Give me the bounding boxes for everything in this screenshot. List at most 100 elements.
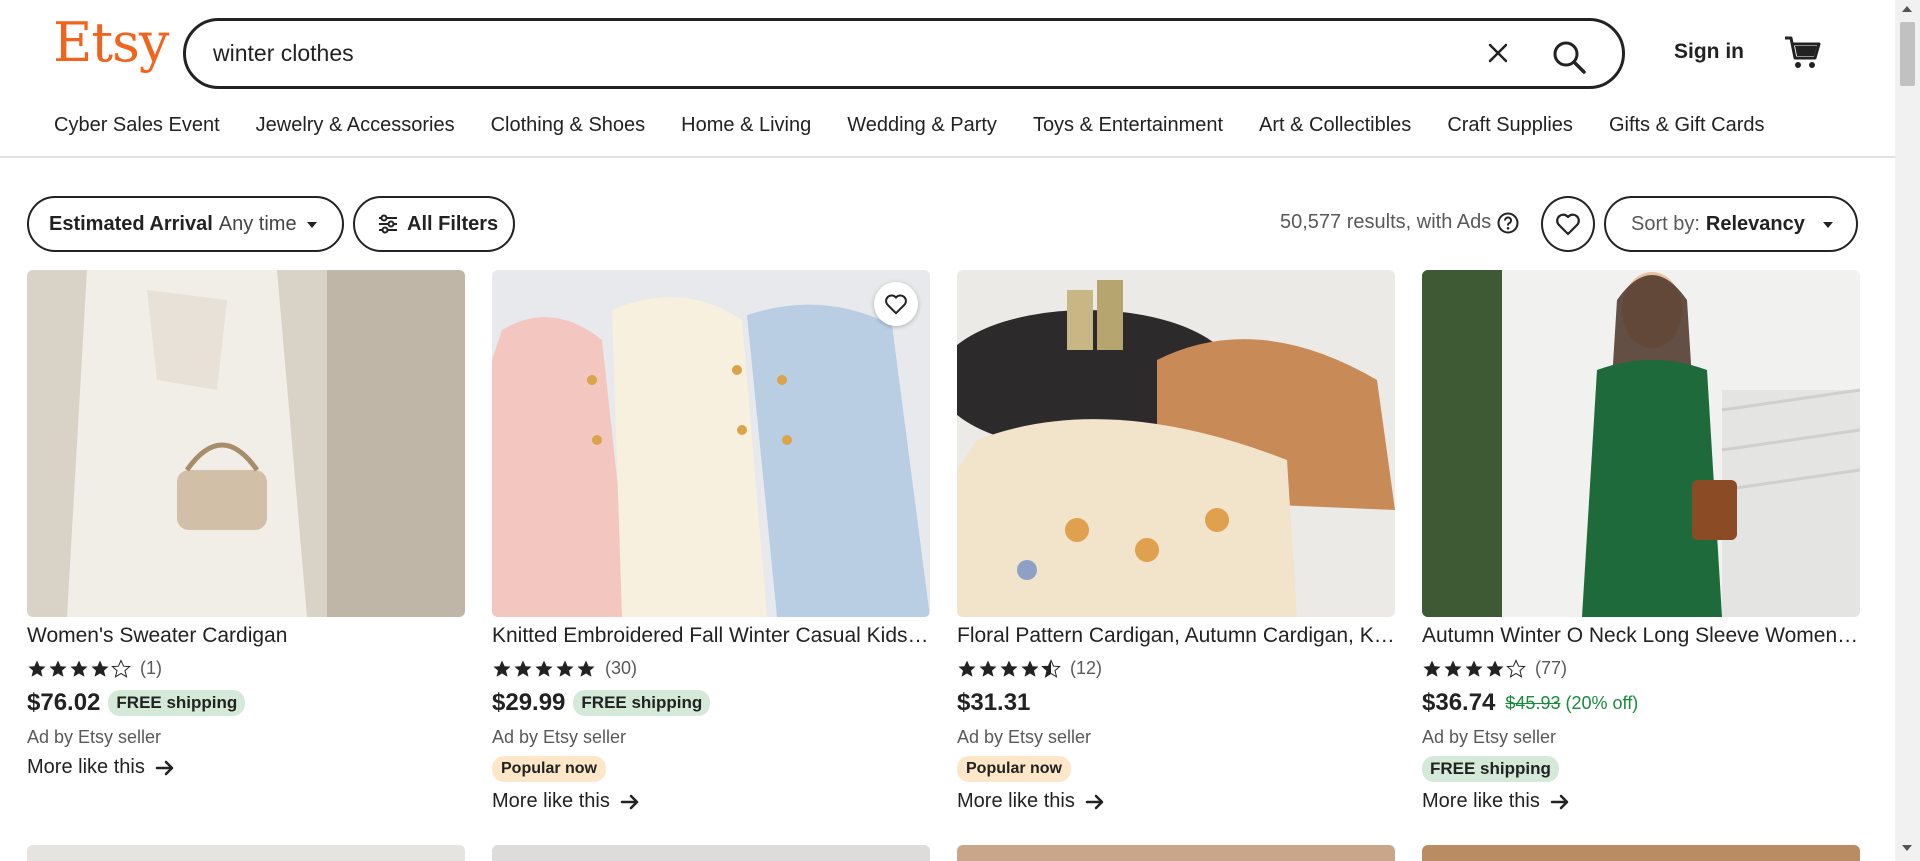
more-like-this-label: More like this [27,756,145,778]
listing-rating: (1) [27,658,465,679]
caret-down-icon [1822,222,1833,228]
listing-title[interactable]: Women's Sweater Cardigan [27,624,465,648]
favorite-search-button[interactable] [1541,196,1595,252]
listing-price: $76.02 [27,689,101,716]
more-like-this-link[interactable]: More like this [27,756,465,779]
listing-image[interactable] [492,270,930,617]
heart-icon [1556,213,1580,236]
star-icon [1465,660,1483,677]
cart-icon[interactable] [1783,32,1823,72]
listing-card[interactable]: Autumn Winter O Neck Long Sleeve Women D… [1422,270,1860,813]
star-icon [979,660,997,677]
category-item[interactable]: Jewelry & Accessories [256,114,455,137]
more-like-this-label: More like this [1422,790,1540,812]
price-row: $29.99 FREE shipping [492,689,930,717]
listing-image[interactable] [27,270,465,617]
star-icon [958,660,976,677]
star-icon [1021,660,1039,677]
ad-label: Ad by Etsy seller [957,727,1092,747]
listing-image[interactable] [1422,270,1860,617]
category-item[interactable]: Cyber Sales Event [54,114,220,137]
listing-rating: (77) [1422,658,1860,679]
review-count: (77) [1535,658,1568,678]
ad-label: Ad by Etsy seller [27,727,162,747]
review-count: (30) [605,658,638,678]
etsy-logo[interactable]: Etsy [53,16,169,70]
site-header: Etsy Sign in Cyber Sales Event Jewelry &… [0,0,1895,158]
star-icon [111,658,131,678]
scroll-thumb[interactable] [1900,22,1915,86]
category-nav: Cyber Sales Event Jewelry & Accessories … [54,114,1801,137]
listing-image[interactable] [27,845,465,861]
listing-image[interactable] [1422,845,1860,861]
star-rating [27,658,132,679]
listing-card[interactable]: Floral Pattern Cardigan, Autumn Cardigan… [957,270,1395,813]
category-item[interactable]: Art & Collectibles [1259,114,1411,137]
all-filters-button[interactable]: All Filters [353,196,515,252]
listing-price: $31.31 [957,689,1031,716]
listing-rating: (12) [957,658,1395,679]
more-like-this-label: More like this [957,790,1075,812]
listing-title[interactable]: Autumn Winter O Neck Long Sleeve Women D… [1422,624,1860,648]
search-bar [183,18,1625,89]
star-icon [535,660,553,677]
star-icon [1000,660,1018,677]
listing-image[interactable] [492,845,930,861]
listing-card[interactable]: Women's Sweater Cardigan (1) $76.02 FREE… [27,270,465,779]
review-count: (1) [140,658,162,678]
search-input[interactable] [213,40,1413,67]
scroll-up-arrow[interactable] [1902,6,1912,12]
star-rating [492,659,597,679]
help-icon[interactable] [1497,212,1519,234]
more-like-this-label: More like this [492,790,610,812]
results-text: 50,577 results, with Ads [1280,211,1492,233]
listing-rating: (30) [492,658,930,679]
ad-label: Ad by Etsy seller [492,727,627,747]
category-item[interactable]: Wedding & Party [847,114,997,137]
arrow-right-icon [155,760,174,775]
free-shipping-badge: FREE shipping [108,690,246,716]
star-icon [91,660,109,677]
arrow-right-icon [1085,794,1104,809]
sort-value: Relevancy [1705,212,1805,235]
more-like-this-link[interactable]: More like this [957,790,1395,813]
arrow-right-icon [1550,794,1569,809]
star-icon [49,660,67,677]
page-scrollbar[interactable] [1895,0,1920,861]
scroll-down-arrow[interactable] [1902,845,1912,851]
favorite-button[interactable] [874,282,918,326]
close-icon[interactable] [1484,39,1512,67]
results-count: 50,577 results, with Ads [1280,211,1519,234]
star-icon [556,660,574,677]
filter-sliders-icon [379,214,397,234]
price-row: $76.02 FREE shipping [27,689,465,717]
category-item[interactable]: Toys & Entertainment [1033,114,1223,137]
search-icon[interactable] [1551,39,1587,75]
star-icon [514,660,532,677]
listing-image[interactable] [957,845,1395,861]
listing-card[interactable]: Knitted Embroidered Fall Winter Casual K… [492,270,930,813]
star-icon [1423,660,1441,677]
listing-image[interactable] [957,270,1395,617]
star-icon [493,660,511,677]
more-like-this-link[interactable]: More like this [492,790,930,813]
all-filters-label: All Filters [407,212,499,235]
star-icon [1444,660,1462,677]
category-item[interactable]: Clothing & Shoes [491,114,646,137]
original-price: $45.93 (20% off) [1505,692,1639,713]
sort-dropdown[interactable]: Sort by: Relevancy [1604,196,1858,252]
category-item[interactable]: Home & Living [681,114,811,137]
listing-title[interactable]: Floral Pattern Cardigan, Autumn Cardigan… [957,624,1395,648]
more-like-this-link[interactable]: More like this [1422,790,1860,813]
star-rating [1422,658,1527,679]
category-item[interactable]: Craft Supplies [1447,114,1573,137]
arrow-right-icon [620,794,639,809]
listing-title[interactable]: Knitted Embroidered Fall Winter Casual K… [492,624,930,648]
star-icon [577,660,595,677]
category-item[interactable]: Gifts & Gift Cards [1609,114,1765,137]
popular-now-badge: Popular now [957,756,1071,782]
star-icon [28,660,46,677]
estimated-arrival-dropdown[interactable]: Estimated Arrival Any time [27,196,344,252]
popular-now-badge: Popular now [492,756,606,782]
sign-in-link[interactable]: Sign in [1674,40,1744,64]
